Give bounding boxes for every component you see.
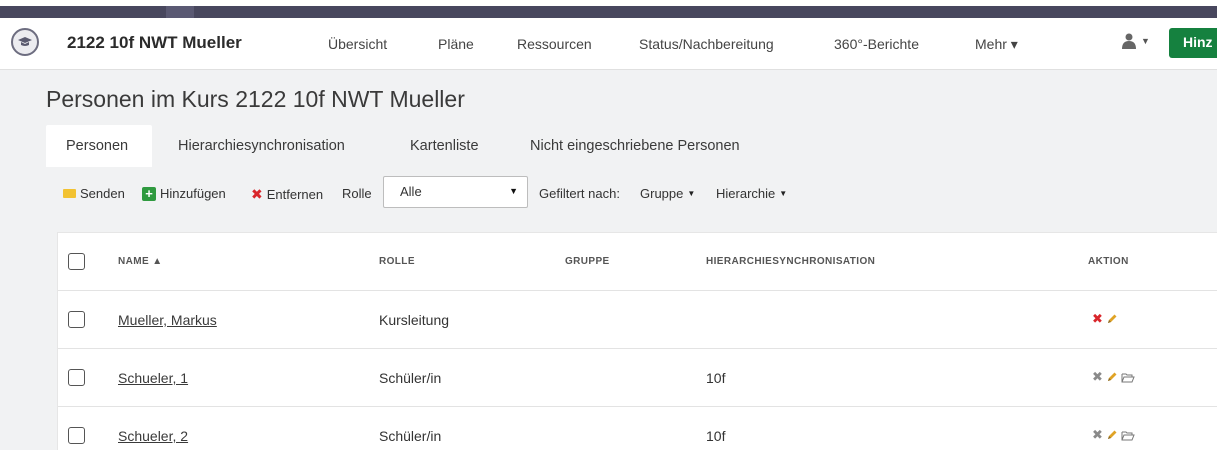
nav-overview[interactable]: Übersicht xyxy=(328,36,387,52)
role-cell: Schüler/in xyxy=(379,428,442,444)
role-cell: Kursleitung xyxy=(379,312,450,328)
caret-down-icon: ▼ xyxy=(509,186,518,196)
nav-plans[interactable]: Pläne xyxy=(438,36,474,52)
row-actions: ✖ xyxy=(1092,427,1135,443)
edit-pencil-icon[interactable] xyxy=(1106,313,1118,325)
caret-down-icon: ▼ xyxy=(687,189,696,198)
persons-table: NAME ▲ ROLLE GRUPPE HIERARCHIESYNCHRONIS… xyxy=(57,232,1217,450)
page-title: Personen im Kurs 2122 10f NWT Mueller xyxy=(46,86,465,112)
active-nav-indicator xyxy=(166,6,194,18)
nav-more[interactable]: Mehr ▾ xyxy=(975,36,1018,53)
add-button[interactable]: Hinz xyxy=(1169,28,1217,58)
delete-icon[interactable]: ✖ xyxy=(1092,369,1103,385)
table-row: Schueler, 1 Schüler/in 10f ✖ xyxy=(58,349,1217,407)
tab-hierarchy-sync[interactable]: Hierarchiesynchronisation xyxy=(178,125,345,167)
add-person-button[interactable]: + Hinzufügen xyxy=(142,186,226,201)
course-logo-icon[interactable] xyxy=(11,28,39,56)
edit-pencil-icon[interactable] xyxy=(1106,371,1118,383)
folder-icon[interactable] xyxy=(1121,372,1135,383)
remove-label: Entfernen xyxy=(266,187,324,202)
role-cell: Schüler/in xyxy=(379,370,442,386)
envelope-icon xyxy=(63,189,76,198)
delete-icon[interactable]: ✖ xyxy=(1092,311,1103,327)
row-checkbox[interactable] xyxy=(68,311,85,328)
person-name-link[interactable]: Mueller, Markus xyxy=(118,312,217,328)
row-checkbox[interactable] xyxy=(68,427,85,444)
column-header-group: GRUPPE xyxy=(565,256,610,267)
user-menu[interactable]: ▼ xyxy=(1122,33,1150,49)
tab-card-list[interactable]: Kartenliste xyxy=(410,125,479,167)
delete-icon[interactable]: ✖ xyxy=(1092,427,1103,443)
nav-360-reports[interactable]: 360°-Berichte xyxy=(834,36,919,52)
row-actions: ✖ xyxy=(1092,369,1135,385)
navbar: 2122 10f NWT Mueller Übersicht Pläne Res… xyxy=(0,18,1217,70)
column-header-name[interactable]: NAME ▲ xyxy=(118,256,163,267)
user-icon xyxy=(1122,33,1136,49)
table-header: NAME ▲ ROLLE GRUPPE HIERARCHIESYNCHRONIS… xyxy=(58,233,1217,291)
sort-ascending-icon: ▲ xyxy=(152,256,163,267)
caret-down-icon: ▼ xyxy=(779,189,788,198)
x-icon: ✖ xyxy=(251,186,263,202)
role-select-value: Alle xyxy=(400,184,422,199)
tab-not-enrolled[interactable]: Nicht eingeschriebene Personen xyxy=(530,125,740,167)
chevron-down-icon: ▼ xyxy=(1141,36,1150,46)
send-label: Senden xyxy=(80,186,125,201)
person-name-link[interactable]: Schueler, 1 xyxy=(118,370,188,386)
folder-icon[interactable] xyxy=(1121,430,1135,441)
top-dark-bar xyxy=(0,6,1217,18)
filtered-by-label: Gefiltert nach: xyxy=(539,186,620,201)
row-checkbox[interactable] xyxy=(68,369,85,386)
row-actions: ✖ xyxy=(1092,311,1118,327)
role-select[interactable]: Alle ▼ xyxy=(383,176,528,208)
nav-resources[interactable]: Ressourcen xyxy=(517,36,592,52)
plus-icon: + xyxy=(142,186,156,201)
person-name-link[interactable]: Schueler, 2 xyxy=(118,428,188,444)
add-person-label: Hinzufügen xyxy=(160,186,226,201)
send-button[interactable]: Senden xyxy=(63,186,125,201)
column-header-action: AKTION xyxy=(1088,256,1129,267)
table-row: Mueller, Markus Kursleitung ✖ xyxy=(58,291,1217,349)
group-filter-dropdown[interactable]: Gruppe ▼ xyxy=(640,186,695,201)
table-row: Schueler, 2 Schüler/in 10f ✖ xyxy=(58,407,1217,450)
tab-persons[interactable]: Personen xyxy=(46,125,152,167)
nav-status[interactable]: Status/Nachbereitung xyxy=(639,36,774,52)
remove-button[interactable]: ✖ Entfernen xyxy=(251,186,323,203)
column-header-hierarchy: HIERARCHIESYNCHRONISATION xyxy=(706,256,876,267)
edit-pencil-icon[interactable] xyxy=(1106,429,1118,441)
column-header-role: ROLLE xyxy=(379,256,415,267)
hierarchy-filter-dropdown[interactable]: Hierarchie ▼ xyxy=(716,186,787,201)
group-filter-label: Gruppe xyxy=(640,186,684,201)
select-all-checkbox[interactable] xyxy=(68,253,85,270)
hierarchy-filter-label: Hierarchie xyxy=(716,186,776,201)
hierarchy-cell: 10f xyxy=(706,428,726,444)
hierarchy-cell: 10f xyxy=(706,370,726,386)
course-title[interactable]: 2122 10f NWT Mueller xyxy=(67,33,242,53)
role-label: Rolle xyxy=(342,186,372,201)
